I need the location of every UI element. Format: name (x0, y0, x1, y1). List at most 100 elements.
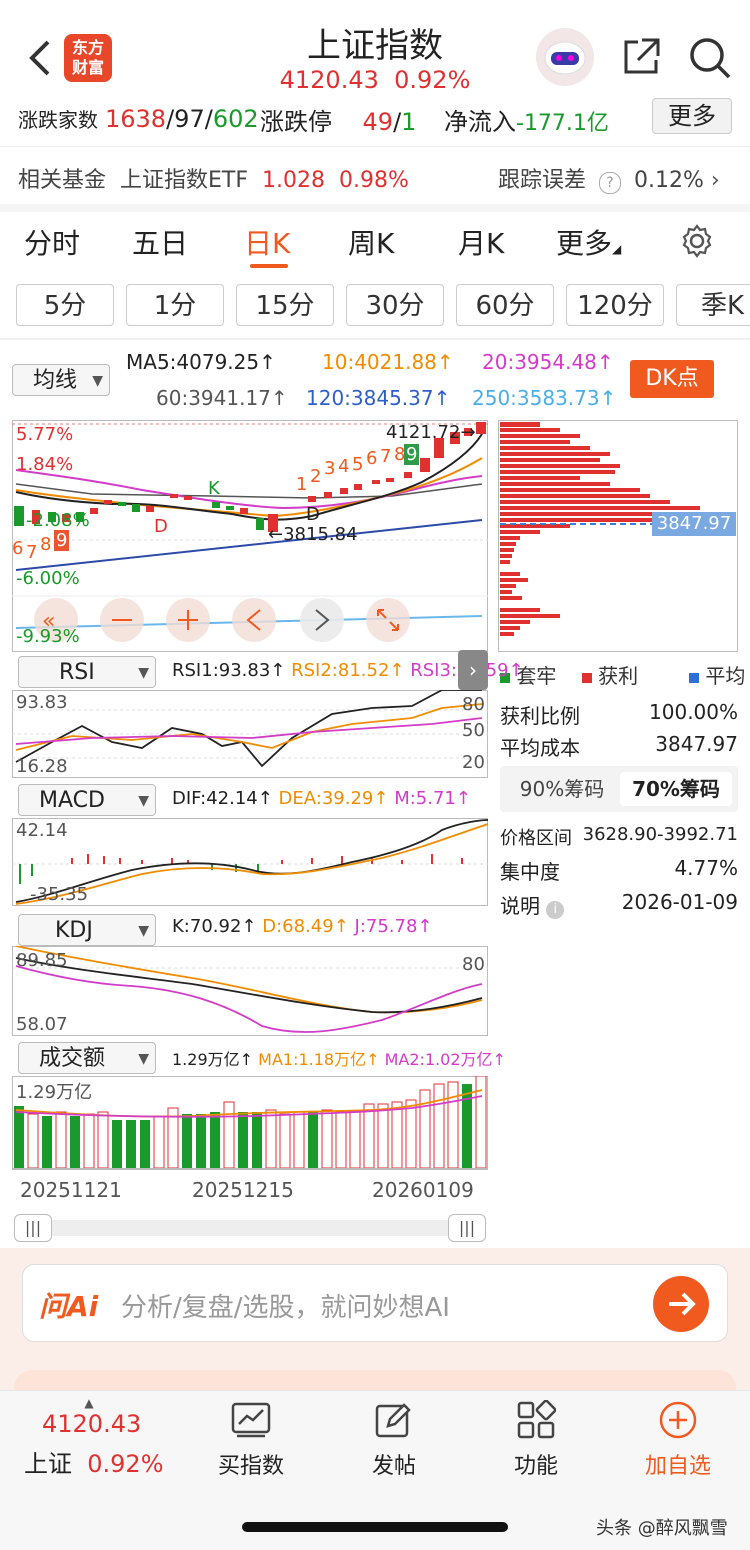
interval-quarter-k[interactable]: 季K (676, 284, 750, 326)
tracking-error[interactable]: 跟踪误差 ? 0.12% › (498, 162, 720, 194)
grid-icon (517, 1400, 556, 1439)
kdj-bottom-label: 58.07 (16, 1014, 68, 1035)
average-legend-icon (689, 673, 700, 683)
triangle-up-icon: ▲ (84, 1396, 94, 1410)
d-marker: D (306, 504, 320, 525)
assistant-avatar-icon[interactable] (536, 28, 594, 86)
interval-60min[interactable]: 60分 (456, 284, 554, 326)
nav-add-watchlist[interactable]: 加自选 (632, 1400, 724, 1480)
plus-circle-icon (659, 1401, 697, 1439)
info-icon: i (546, 901, 565, 919)
rsi-drawing (12, 690, 488, 768)
macd-bottom-label: -35.35 (30, 884, 89, 905)
pct-label-top: 5.77% (16, 424, 74, 445)
date-label-mid: 20251215 (192, 1178, 294, 1202)
range-slider-left-handle[interactable]: ||| (14, 1214, 52, 1242)
rsi-bottom-label: 16.28 (16, 756, 68, 777)
settings-gear-icon[interactable] (680, 224, 714, 262)
triangle-down-icon: ◢ (612, 242, 622, 256)
price-range-row: 价格区间 3628.90-3992.71 (500, 824, 738, 849)
nav-functions[interactable]: 功能 (496, 1400, 576, 1480)
ma60-value: 60:3941.17↑ (156, 386, 288, 410)
ma120-value: 120:3845.37↑ (306, 386, 451, 410)
divider (0, 204, 750, 212)
volume-values: 1.29万亿↑ MA1:1.18万亿↑ MA2:1.02万亿↑ (172, 1050, 506, 1069)
nav-post[interactable]: 发帖 (354, 1400, 434, 1480)
divider (0, 338, 750, 340)
dk-point-button[interactable]: DK点 (630, 360, 714, 398)
kdj-values: K:70.92↑ D:68.49↑ J:75.78↑ (172, 916, 433, 937)
range-slider-track[interactable] (14, 1220, 486, 1236)
limit-stats: 涨跌停 49/1 (260, 108, 417, 136)
tab-intraday[interactable]: 分时 (24, 222, 80, 262)
tab-more[interactable]: 更多◢ (556, 222, 621, 262)
home-indicator (242, 1522, 508, 1532)
note-row[interactable]: 说明 i 2026-01-09 (500, 890, 738, 919)
interval-1min[interactable]: 1分 (126, 284, 224, 326)
volume-selector[interactable]: 成交额 ▼ (18, 1042, 156, 1074)
pct-label-2: 1.84% (16, 454, 74, 475)
date-label-start: 20251121 (20, 1178, 122, 1202)
pct-label-5: -9.93% (16, 626, 80, 647)
tab-weekly-k[interactable]: 周K (348, 222, 394, 262)
avg-cost-row: 平均成本 3847.97 (500, 732, 738, 760)
macd-selector[interactable]: MACD ▼ (18, 784, 156, 816)
profit-legend-icon (581, 673, 592, 683)
watermark: 头条 @醉风飘雪 (596, 1518, 728, 1539)
ai-input-box[interactable]: 问Ai 分析/复盘/选股，就问妙想AI (22, 1264, 728, 1342)
tab-active-indicator (250, 264, 288, 268)
ma20-value: 20:3954.48↑ (482, 350, 614, 374)
volume-top-label: 1.29万亿 (16, 1082, 93, 1103)
chevron-right-icon: › (710, 168, 720, 193)
pct-label-4: -6.00% (16, 568, 80, 589)
high-price-label: 4121.72→ (386, 422, 476, 443)
related-fund[interactable]: 相关基金 上证指数ETF 1.028 0.98% (18, 162, 409, 194)
kdj-top-label: 89.85 (16, 950, 68, 971)
d-marker: D (154, 516, 168, 537)
tab-chip-90[interactable]: 90%筹码 (506, 772, 618, 806)
macd-top-label: 42.14 (16, 820, 68, 841)
avg-cost-tag: 3847.97 (652, 512, 736, 536)
range-slider-right-handle[interactable]: ||| (448, 1214, 486, 1242)
rsi-80-label: 80 (462, 694, 485, 715)
expand-indicator-icon[interactable]: › (458, 650, 488, 690)
divider (0, 146, 750, 147)
tab-chip-70[interactable]: 70%筹码 (620, 772, 732, 806)
rsi-50-label: 50 (462, 720, 485, 741)
kdj-drawing (12, 946, 488, 1033)
search-icon[interactable] (688, 36, 732, 84)
tab-five-day[interactable]: 五日 (132, 222, 188, 262)
macd-values: DIF:42.14↑ DEA:39.29↑ M:5.71↑ (172, 788, 471, 809)
ma-selector[interactable]: 均线 ▼ (12, 364, 110, 396)
market-breadth: 涨跌家数 1638/97/602 (18, 105, 259, 133)
ai-placeholder: 分析/复盘/选股，就问妙想AI (121, 1293, 450, 1323)
nav-quote[interactable]: ▲ 4120.43 上证 0.92% (24, 1396, 184, 1479)
interval-120min[interactable]: 120分 (566, 284, 664, 326)
ma250-value: 250:3583.73↑ (472, 386, 617, 410)
interval-5min[interactable]: 5分 (16, 284, 114, 326)
k-marker: K (208, 478, 220, 499)
chart-icon (231, 1402, 271, 1438)
kdj-80-label: 80 (462, 954, 485, 975)
rsi-selector[interactable]: RSI ▼ (18, 656, 156, 688)
chip-legend: 套牢 获利 平均 (500, 660, 745, 689)
arrow-right-icon (669, 1292, 696, 1316)
edit-icon (375, 1403, 411, 1438)
date-label-end: 20260109 (372, 1178, 474, 1202)
x-axis (12, 1168, 488, 1170)
tab-monthly-k[interactable]: 月K (458, 222, 504, 262)
ai-submit-button[interactable] (653, 1276, 709, 1332)
tab-daily-k[interactable]: 日K (244, 222, 290, 262)
ai-brand-label: 问Ai (39, 1290, 99, 1323)
interval-30min[interactable]: 30分 (346, 284, 444, 326)
low-price-label: ←3815.84 (268, 524, 358, 545)
ma5-value: MA5:4079.25↑ (126, 350, 276, 374)
kdj-selector[interactable]: KDJ ▼ (18, 914, 156, 946)
share-icon[interactable] (620, 36, 662, 82)
nav-buy-index[interactable]: 买指数 (208, 1400, 294, 1480)
more-stats-button[interactable]: 更多 (652, 98, 732, 134)
ma10-value: 10:4021.88↑ (322, 350, 454, 374)
pct-label-3: -2.08% (26, 510, 90, 531)
interval-15min[interactable]: 15分 (236, 284, 334, 326)
chip-histogram (500, 422, 736, 636)
